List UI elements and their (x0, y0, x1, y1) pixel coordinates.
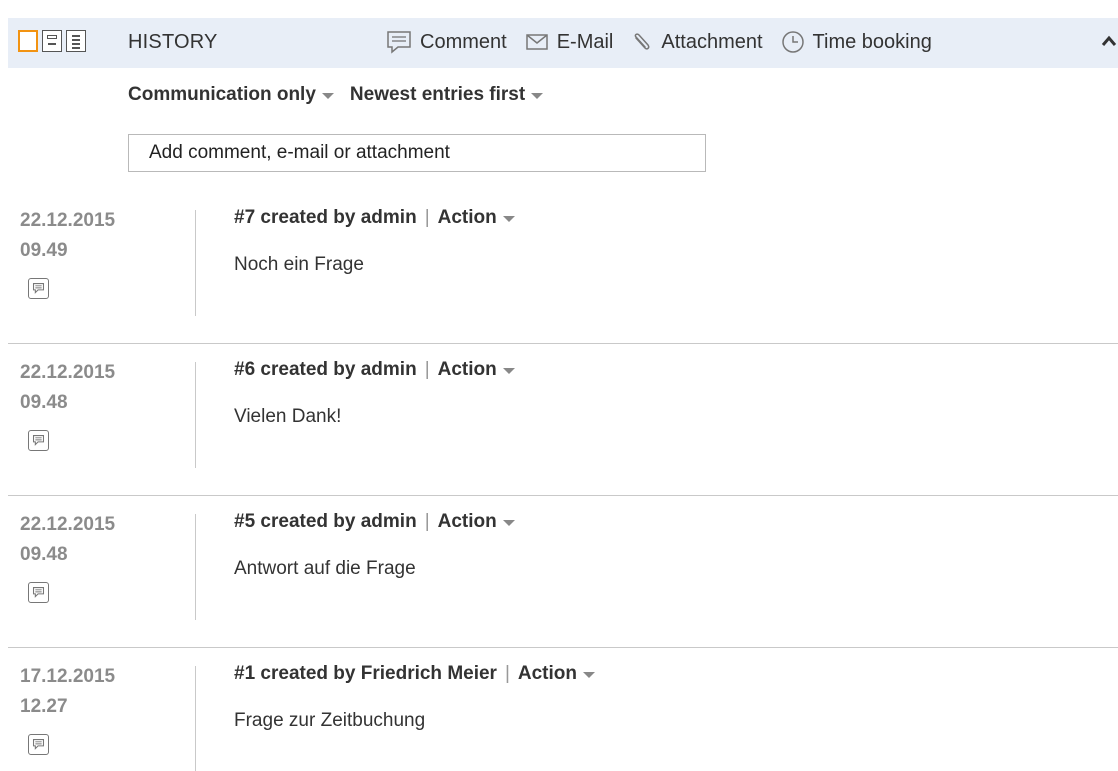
view-full-button[interactable] (66, 30, 86, 52)
entry-action-dropdown[interactable]: Action (518, 663, 595, 685)
communication-filter-label: Communication only (128, 84, 316, 105)
entry-divider (195, 514, 196, 620)
entry-text: Antwort auf die Frage (234, 558, 416, 579)
comment-icon (28, 278, 49, 299)
history-header: HISTORY Comment E-Mail Attachment Time b… (8, 18, 1118, 68)
paperclip-icon (634, 33, 650, 50)
history-entry: 22.12.2015 09.48 #5 created by admin | A… (0, 496, 1118, 648)
add-comment-button[interactable]: Comment (386, 30, 507, 54)
comment-icon (28, 582, 49, 603)
entry-time: 09.48 (20, 544, 68, 565)
entry-text: Vielen Dank! (234, 406, 342, 427)
comment-icon (28, 734, 49, 755)
view-toggle-group (18, 30, 86, 52)
separator: | (424, 511, 430, 532)
entry-title: #7 created by admin (234, 207, 417, 228)
entry-date: 22.12.2015 (20, 362, 116, 383)
entry-action-label: Action (437, 207, 497, 228)
clock-icon (781, 31, 804, 53)
entry-date: 22.12.2015 (20, 210, 116, 231)
entry-date: 22.12.2015 (20, 514, 116, 535)
entry-text: Noch ein Frage (234, 254, 364, 275)
entry-time: 12.27 (20, 696, 68, 717)
email-action-label: E-Mail (556, 30, 614, 53)
mail-icon (525, 34, 548, 50)
entry-title: #5 created by admin (234, 511, 417, 532)
sort-order-label: Newest entries first (349, 84, 526, 105)
entry-action-label: Action (437, 511, 497, 532)
add-entry-input[interactable] (128, 134, 706, 172)
entry-action-dropdown[interactable]: Action (438, 207, 515, 229)
chevron-down-icon (583, 672, 595, 678)
entry-timestamp: 17.12.2015 12.27 (20, 662, 115, 722)
chevron-down-icon (502, 368, 515, 374)
history-filters: Communication only Newest entries first (128, 84, 559, 106)
sort-order-dropdown[interactable]: Newest entries first (349, 84, 544, 106)
time-booking-action-label: Time booking (812, 30, 932, 53)
entry-header: #7 created by admin | Action (234, 207, 515, 229)
chevron-down-icon (502, 520, 515, 526)
entry-title: #1 created by Friedrich Meier (234, 663, 497, 684)
history-title: HISTORY (128, 31, 218, 53)
time-booking-button[interactable]: Time booking (781, 30, 932, 54)
separator: | (424, 359, 430, 380)
attachment-action-label: Attachment (661, 30, 763, 53)
view-summary-button[interactable] (42, 30, 62, 52)
comment-icon (387, 31, 411, 54)
separator: | (504, 663, 510, 684)
entry-timestamp: 22.12.2015 09.49 (20, 206, 115, 266)
chevron-down-icon (321, 93, 334, 99)
chevron-down-icon (531, 93, 544, 99)
history-entry: 22.12.2015 09.49 #7 created by admin | A… (0, 192, 1118, 344)
entry-timestamp: 22.12.2015 09.48 (20, 358, 115, 418)
entry-action-dropdown[interactable]: Action (438, 511, 515, 533)
entry-header: #6 created by admin | Action (234, 359, 515, 381)
entry-action-label: Action (517, 663, 577, 684)
entry-title: #6 created by admin (234, 359, 417, 380)
entry-header: #1 created by Friedrich Meier | Action (234, 663, 595, 685)
view-compact-button[interactable] (18, 30, 38, 52)
collapse-chevron-icon[interactable] (1100, 34, 1118, 48)
entry-divider (195, 210, 196, 316)
entry-divider (195, 666, 196, 771)
entry-date: 17.12.2015 (20, 666, 116, 687)
entry-time: 09.49 (20, 240, 68, 261)
entry-timestamp: 22.12.2015 09.48 (20, 510, 115, 570)
entry-action-dropdown[interactable]: Action (438, 359, 515, 381)
entry-time: 09.48 (20, 392, 68, 413)
history-actions: Comment E-Mail Attachment Time booking (386, 28, 950, 56)
history-entry: 17.12.2015 12.27 #1 created by Friedrich… (0, 648, 1118, 771)
chevron-down-icon (502, 216, 515, 222)
entry-text: Frage zur Zeitbuchung (234, 710, 426, 731)
communication-filter-dropdown[interactable]: Communication only (128, 84, 334, 106)
comment-icon (28, 430, 49, 451)
entry-action-label: Action (437, 359, 497, 380)
history-entry: 22.12.2015 09.48 #6 created by admin | A… (0, 344, 1118, 496)
comment-action-label: Comment (420, 30, 507, 53)
send-email-button[interactable]: E-Mail (525, 30, 614, 54)
separator: | (424, 207, 430, 228)
add-attachment-button[interactable]: Attachment (631, 30, 763, 54)
entry-divider (195, 362, 196, 468)
entry-header: #5 created by admin | Action (234, 511, 515, 533)
